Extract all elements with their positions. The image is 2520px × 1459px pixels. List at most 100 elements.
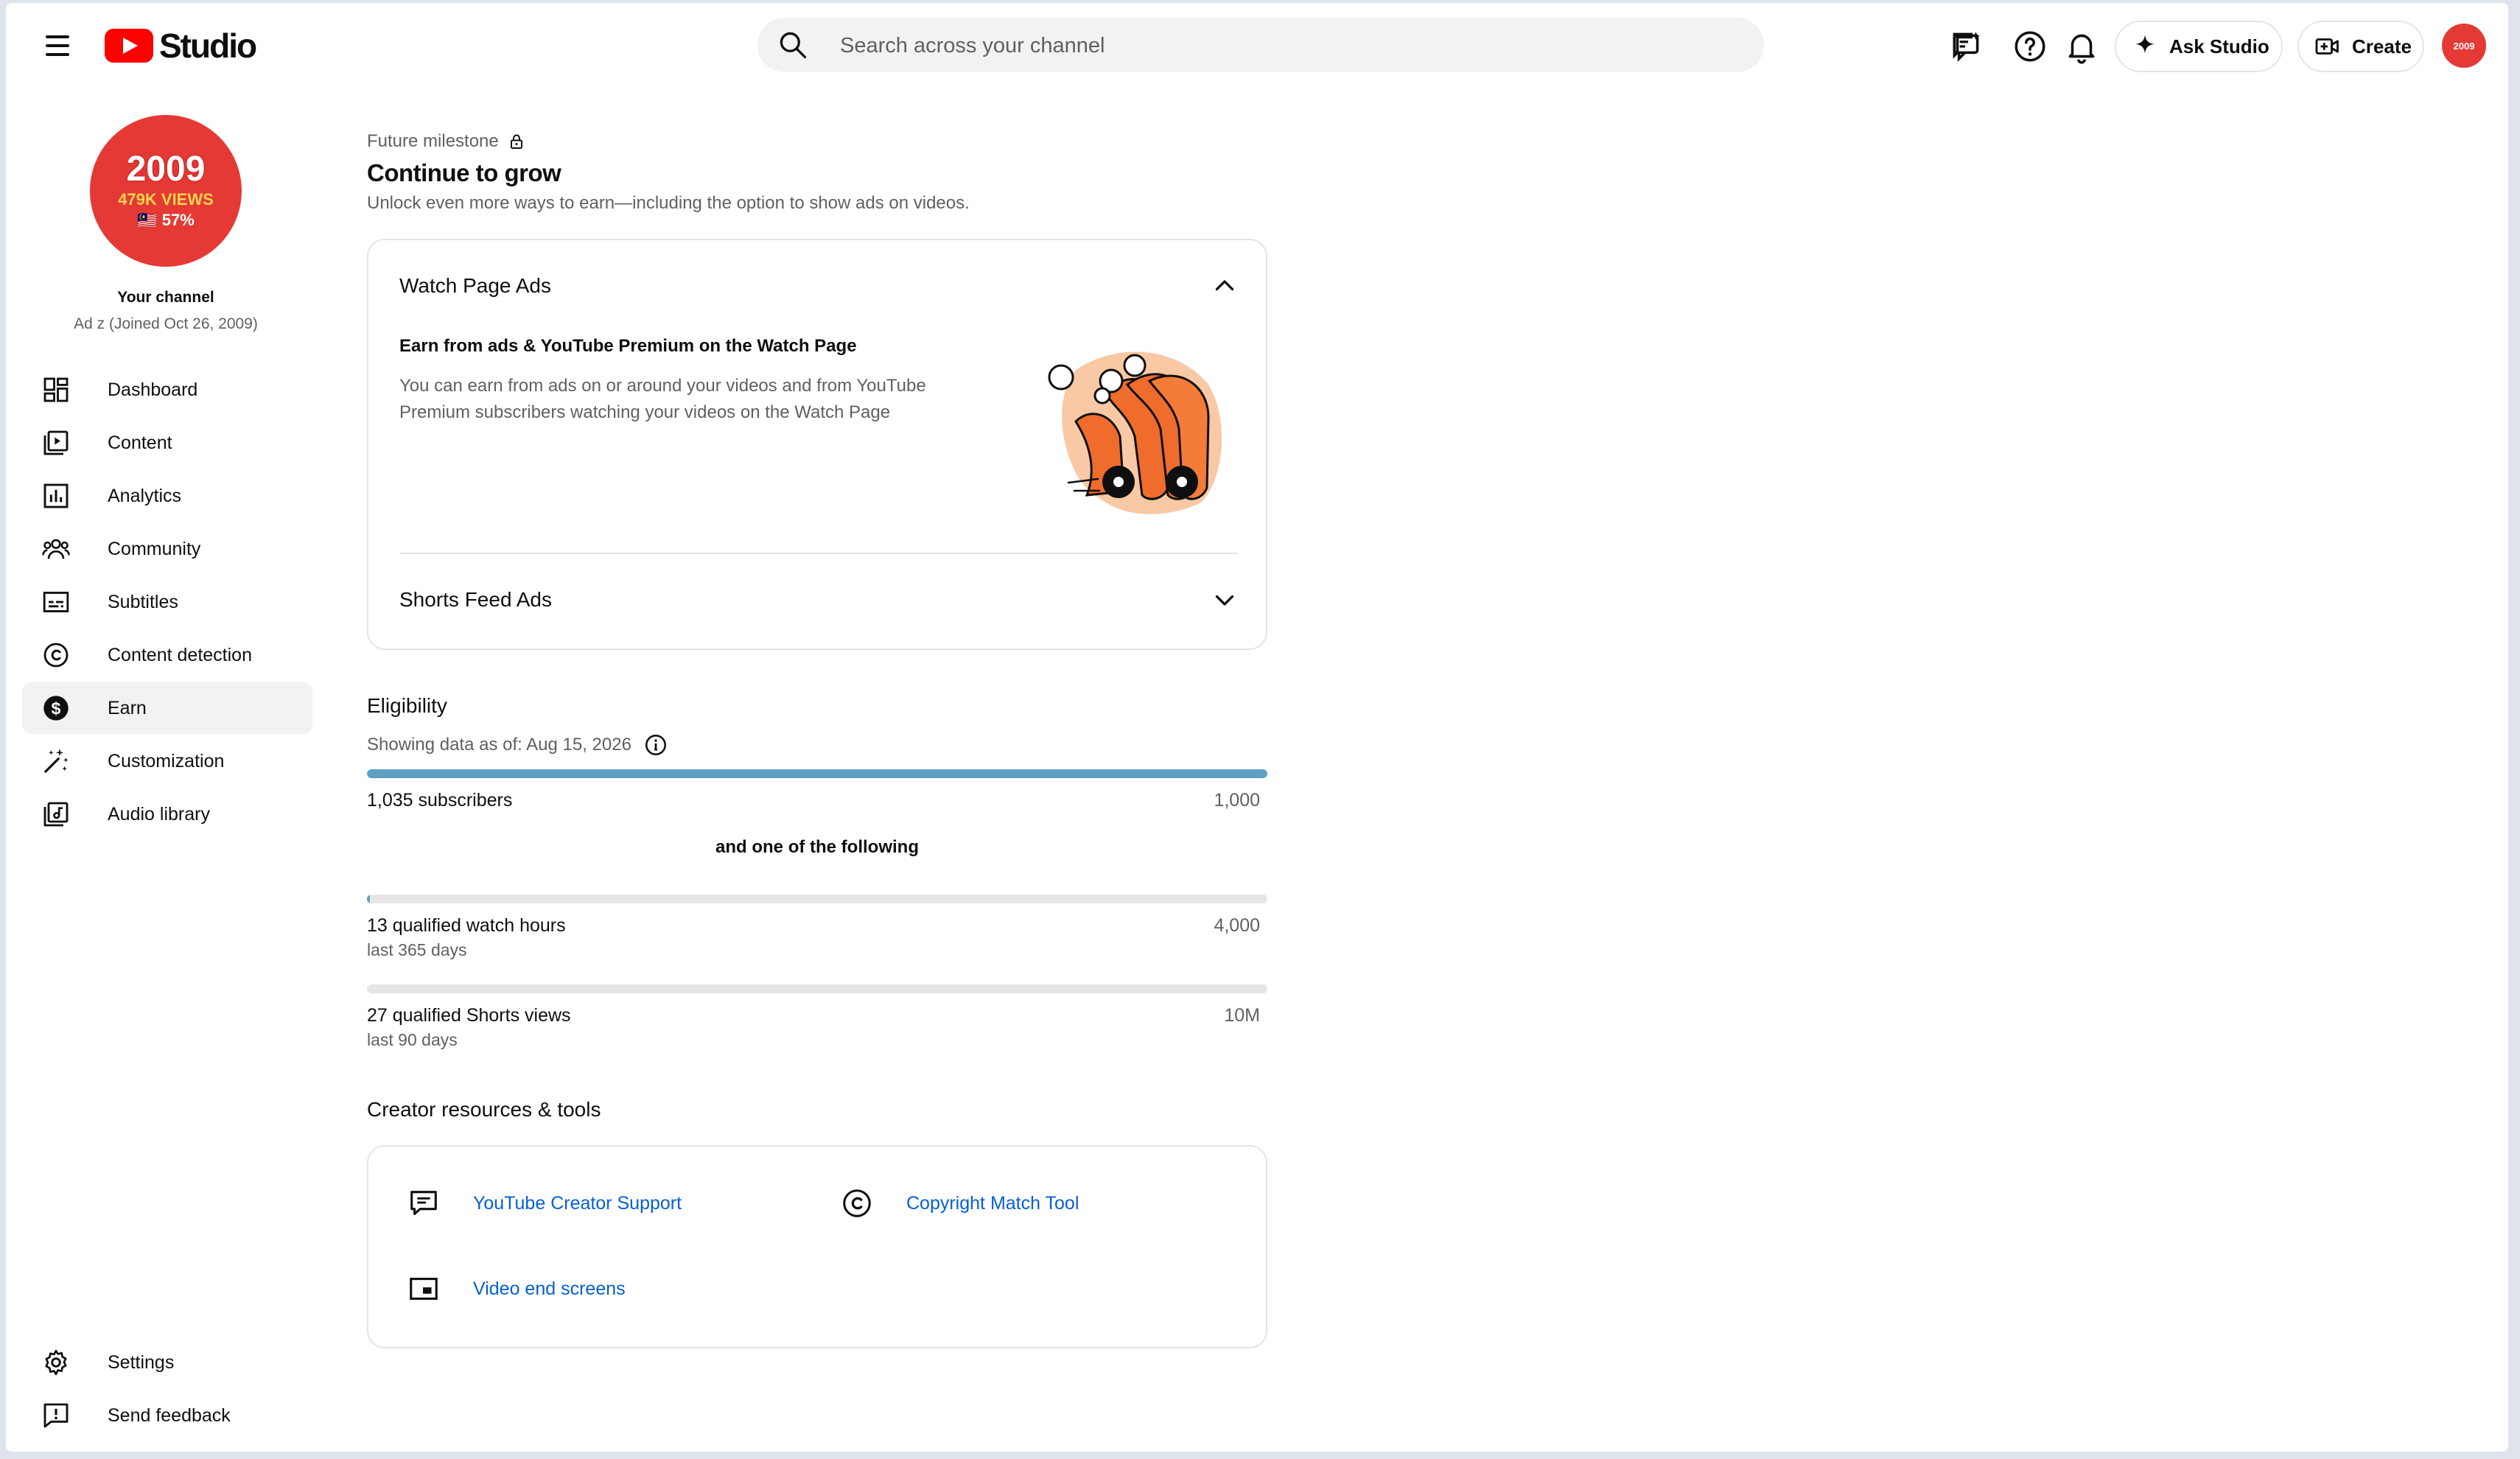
watch-page-heading: Earn from ads & YouTube Premium on the W… bbox=[399, 336, 857, 356]
watch-hours-goal: 4,000 bbox=[1214, 915, 1260, 936]
accordion-divider bbox=[399, 553, 1238, 554]
sidebar-item-analytics[interactable]: Analytics bbox=[22, 470, 312, 522]
page-title: Continue to grow bbox=[367, 159, 561, 186]
avatar-small-text: 2009 bbox=[2453, 40, 2475, 52]
comments-icon[interactable] bbox=[1948, 28, 1985, 65]
eligibility-as-of: Showing data as of: Aug 15, 2026 bbox=[367, 732, 668, 758]
help-icon[interactable] bbox=[2012, 28, 2048, 65]
sidebar-item-send-feedback[interactable]: Send feedback bbox=[22, 1390, 312, 1441]
audio-library-icon bbox=[43, 802, 69, 827]
resources-card: YouTube Creator Support Copyright Match … bbox=[367, 1145, 1267, 1348]
menu-icon[interactable] bbox=[38, 27, 83, 65]
avatar-views: 479K VIEWS bbox=[118, 190, 214, 209]
sidebar-item-content[interactable]: Content bbox=[22, 417, 312, 469]
page-subtitle: Unlock even more ways to earn—including … bbox=[367, 193, 970, 213]
magic-wand-icon bbox=[44, 749, 69, 773]
studio-window: Studio Search across your channel Ask St… bbox=[6, 3, 2508, 1452]
lock-icon bbox=[510, 134, 522, 149]
watch-hours-progress-bar bbox=[367, 895, 1267, 903]
sparkle-icon bbox=[2135, 35, 2155, 54]
subtitles-icon bbox=[43, 592, 69, 612]
search-bar[interactable] bbox=[757, 18, 1764, 74]
watch-page-ads-header[interactable]: Watch Page Ads bbox=[399, 274, 551, 298]
copyright-match-tool-link[interactable]: Copyright Match Tool bbox=[840, 1186, 1079, 1220]
channel-avatar[interactable]: 2009 479K VIEWS 🇲🇾 57% bbox=[90, 115, 242, 267]
sidebar-item-label: Analytics bbox=[108, 486, 182, 506]
avatar-year: 2009 bbox=[126, 150, 206, 189]
info-icon[interactable] bbox=[643, 732, 668, 758]
sidebar-item-customization[interactable]: Customization bbox=[22, 735, 312, 787]
rocket-car-illustration bbox=[1048, 351, 1222, 514]
subscribers-label: 1,035 subscribers bbox=[367, 790, 513, 811]
gear-icon bbox=[45, 1349, 67, 1376]
sidebar-item-audio-library[interactable]: Audio library bbox=[22, 788, 312, 840]
resource-label: Copyright Match Tool bbox=[906, 1192, 1079, 1214]
creator-support-link[interactable]: YouTube Creator Support bbox=[407, 1186, 682, 1220]
or-connector: and one of the following bbox=[715, 837, 919, 857]
sidebar-item-label: Audio library bbox=[108, 804, 210, 825]
sidebar-item-label: Subtitles bbox=[108, 592, 178, 612]
sidebar-item-label: Content bbox=[108, 433, 172, 453]
sidebar-item-label: Earn bbox=[108, 698, 147, 718]
ask-studio-label: Ask Studio bbox=[2169, 35, 2269, 57]
milestone-kicker-text: Future milestone bbox=[367, 131, 499, 151]
sidebar-item-label: Customization bbox=[108, 751, 225, 772]
sidebar-item-label: Community bbox=[108, 539, 201, 559]
feedback-icon bbox=[43, 1403, 69, 1428]
copyright-icon bbox=[43, 643, 69, 668]
sidebar-item-content-detection[interactable]: Content detection bbox=[22, 629, 312, 681]
chat-icon bbox=[410, 1191, 437, 1215]
sidebar-item-settings[interactable]: Settings bbox=[22, 1337, 312, 1388]
end-screen-icon bbox=[410, 1278, 438, 1300]
subscribers-goal: 1,000 bbox=[1214, 790, 1260, 811]
svg-text:$: $ bbox=[52, 699, 61, 718]
resource-label: YouTube Creator Support bbox=[473, 1192, 682, 1214]
sidebar-item-label: Dashboard bbox=[108, 379, 198, 400]
logo-text: Studio bbox=[159, 27, 257, 65]
chevron-up-icon[interactable] bbox=[1211, 273, 1238, 299]
watch-hours-progress-fill bbox=[367, 895, 370, 903]
account-avatar[interactable]: 2009 bbox=[2442, 24, 2486, 68]
studio-logo[interactable]: Studio bbox=[105, 25, 257, 66]
milestone-kicker: Future milestone bbox=[367, 131, 525, 152]
watch-hours-label: 13 qualified watch hours bbox=[367, 915, 566, 936]
ads-accordion-card: Watch Page Ads Earn from ads & YouTube P… bbox=[367, 239, 1267, 650]
channel-title: Your channel bbox=[117, 289, 214, 306]
sidebar-item-community[interactable]: Community bbox=[22, 523, 312, 575]
avatar-percent: 🇲🇾 57% bbox=[137, 211, 195, 229]
video-add-icon bbox=[2315, 38, 2339, 55]
content-icon bbox=[43, 430, 69, 455]
sidebar-footer-label: Send feedback bbox=[108, 1405, 231, 1426]
copyright-icon bbox=[843, 1189, 871, 1217]
chevron-down-icon[interactable] bbox=[1211, 587, 1238, 613]
analytics-icon bbox=[43, 483, 69, 508]
shorts-views-period: last 90 days bbox=[367, 1030, 458, 1049]
ask-studio-button[interactable]: Ask Studio bbox=[2115, 21, 2283, 72]
as-of-text: Showing data as of: Aug 15, 2026 bbox=[367, 735, 631, 755]
sidebar-item-label: Content detection bbox=[108, 645, 252, 665]
channel-subtitle: Ad z (Joined Oct 26, 2009) bbox=[74, 315, 258, 332]
top-header: Studio Search across your channel Ask St… bbox=[6, 3, 2508, 91]
sidebar-item-earn[interactable]: $ Earn bbox=[22, 682, 312, 734]
eligibility-title: Eligibility bbox=[367, 694, 447, 717]
community-icon bbox=[42, 539, 70, 559]
resources-title: Creator resources & tools bbox=[367, 1098, 601, 1121]
bell-icon[interactable] bbox=[2063, 28, 2100, 65]
create-button[interactable]: Create bbox=[2297, 21, 2424, 72]
shorts-views-progress-bar bbox=[367, 984, 1267, 993]
subscribers-progress-bar bbox=[367, 769, 1267, 778]
create-label: Create bbox=[2352, 35, 2412, 57]
video-end-screens-link[interactable]: Video end screens bbox=[407, 1272, 626, 1306]
sidebar-item-subtitles[interactable]: Subtitles bbox=[22, 576, 312, 628]
resource-label: Video end screens bbox=[473, 1278, 626, 1299]
shorts-views-goal: 10M bbox=[1224, 1005, 1260, 1026]
shorts-feed-ads-header[interactable]: Shorts Feed Ads bbox=[399, 588, 552, 612]
shorts-views-label: 27 qualified Shorts views bbox=[367, 1005, 571, 1026]
youtube-play-icon bbox=[105, 29, 153, 63]
watch-hours-period: last 365 days bbox=[367, 940, 467, 959]
sidebar-item-dashboard[interactable]: Dashboard bbox=[22, 364, 312, 416]
dollar-icon: $ bbox=[43, 696, 69, 721]
search-input[interactable] bbox=[839, 18, 1726, 74]
subscribers-progress-fill bbox=[367, 769, 1267, 778]
dashboard-icon bbox=[43, 377, 69, 402]
